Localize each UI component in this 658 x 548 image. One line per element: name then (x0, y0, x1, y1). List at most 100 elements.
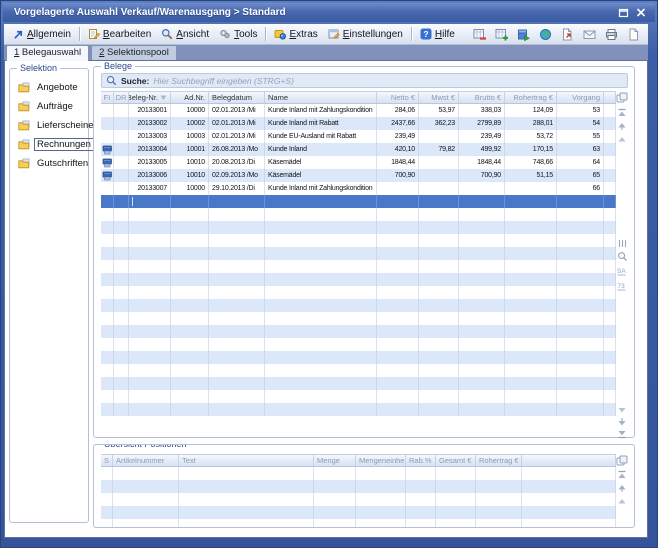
column-header[interactable]: Rohertrag € (476, 455, 522, 466)
column-header[interactable]: Mengeneinheit (356, 455, 406, 466)
column-header[interactable]: S (101, 455, 113, 466)
table-row[interactable]: 201330031000302.01.2013 /MiKunde EU-Ausl… (101, 130, 616, 143)
table-row-empty[interactable] (101, 364, 616, 377)
cell (377, 390, 419, 403)
print-button[interactable] (604, 27, 619, 42)
cell (114, 351, 129, 364)
table-row-empty[interactable] (101, 467, 616, 480)
table-row[interactable]: 201330021000202.01.2013 /MiKunde Inland … (101, 117, 616, 130)
column-chooser-icon (616, 455, 628, 466)
table-row-empty[interactable] (101, 299, 616, 312)
scroll-up-button[interactable] (615, 119, 629, 132)
sidebar-item-gutschriften[interactable]: Gutschriften (10, 154, 88, 173)
table-row-empty[interactable] (101, 234, 616, 247)
table-row-empty[interactable] (101, 325, 616, 338)
table-row-empty[interactable] (101, 403, 616, 416)
table-row[interactable]: 201330061001002.09.2013 /MoKäsemädel700,… (101, 169, 616, 182)
scroll-top-button[interactable] (615, 468, 629, 481)
menu-tools[interactable]: Tools (214, 25, 262, 43)
column-header[interactable]: Artikelnummer (113, 455, 179, 466)
sidebar-item-angebote[interactable]: Angebote (10, 78, 88, 97)
table-add-button[interactable] (494, 27, 509, 42)
table-row-empty[interactable] (101, 390, 616, 403)
column-header[interactable]: Gesamt € (436, 455, 476, 466)
column-header[interactable]: Brutto € (459, 92, 505, 103)
menu-rest: ools (239, 29, 257, 40)
table-row-empty[interactable] (101, 377, 616, 390)
sidebar-item-rechnungen[interactable]: Rechnungen (10, 135, 88, 154)
aggregate-button[interactable]: SA (615, 265, 629, 278)
column-header[interactable]: Name (265, 92, 377, 103)
table-row-empty[interactable] (101, 247, 616, 260)
scroll-up-button[interactable] (615, 481, 629, 494)
column-header[interactable]: Netto € (377, 92, 419, 103)
menu-ansicht[interactable]: Ansicht (156, 25, 214, 43)
scroll-up-icon (617, 121, 627, 131)
column-header[interactable]: FI (101, 92, 114, 103)
menu-bearbeiten[interactable]: Bearbeiten (83, 25, 156, 43)
close-button[interactable] (633, 6, 649, 20)
cell (114, 104, 129, 117)
tab-belegauswahl[interactable]: 1 Belegauswahl (6, 45, 89, 61)
column-header[interactable]: Mwst € (419, 92, 459, 103)
table-row-empty[interactable] (101, 493, 616, 506)
restore-button[interactable] (615, 6, 631, 20)
scroll-up2-button[interactable] (615, 132, 629, 145)
selected-row[interactable] (101, 195, 616, 208)
grid-lines-button[interactable] (615, 237, 629, 250)
menu-hilfe[interactable]: ?Hilfe (415, 25, 460, 43)
table-row-empty[interactable] (101, 480, 616, 493)
table-row-empty[interactable] (101, 260, 616, 273)
globe-button[interactable] (538, 27, 553, 42)
cell (114, 325, 129, 338)
table-row[interactable]: 201330051001020.08.2013 /DiKäsemädel1848… (101, 156, 616, 169)
sidebar-item-aufträge[interactable]: Aufträge (10, 97, 88, 116)
row-count-button[interactable]: 73 (615, 280, 629, 293)
cell (113, 519, 179, 528)
menu-allgemein[interactable]: Allgemein (8, 25, 76, 43)
table-row-empty[interactable] (101, 351, 616, 364)
column-chooser-button[interactable] (615, 454, 629, 467)
column-chooser-button[interactable] (615, 91, 629, 104)
table-row-empty[interactable] (101, 312, 616, 325)
scroll-top-button[interactable] (615, 106, 629, 119)
table-delete-button[interactable] (472, 27, 487, 42)
table-row[interactable]: 201330041000126.08.2013 /MoKunde Inland4… (101, 143, 616, 156)
search-label: Suche: (121, 76, 149, 86)
cell: 1848,44 (377, 156, 419, 169)
column-header[interactable] (522, 455, 616, 466)
zoom-table-button[interactable] (615, 250, 629, 263)
column-header[interactable]: Beleg-Nr. (129, 92, 171, 103)
column-header[interactable]: Belegdatum (209, 92, 265, 103)
scroll-bottom-button[interactable] (615, 427, 629, 440)
cell (419, 195, 459, 208)
menu-extras[interactable]: Extras (269, 25, 322, 43)
column-header[interactable]: Text (179, 455, 314, 466)
page-export-button[interactable] (560, 27, 575, 42)
table-row-empty[interactable] (101, 286, 616, 299)
mail-button[interactable] (582, 27, 597, 42)
selektion-list: AngeboteAufträgeLieferscheineRechnungenG… (10, 69, 88, 173)
column-header[interactable]: Menge (314, 455, 356, 466)
column-header[interactable]: Rab.% (406, 455, 436, 466)
export-package-button[interactable] (516, 27, 531, 42)
search-input[interactable]: Suche: Hier Suchbegriff eingeben (STRG+S… (101, 73, 628, 88)
table-row-empty[interactable] (101, 273, 616, 286)
table-row-empty[interactable] (101, 519, 616, 528)
cell (419, 286, 459, 299)
scroll-up2-button[interactable] (615, 494, 629, 507)
table-row-empty[interactable] (101, 506, 616, 519)
table-row-empty[interactable] (101, 221, 616, 234)
column-header[interactable]: DR (114, 92, 129, 103)
table-row[interactable]: 201330071000029.10.2013 /DiKunde Inland … (101, 182, 616, 195)
table-row-empty[interactable] (101, 338, 616, 351)
column-header[interactable]: Vorgang (557, 92, 604, 103)
column-header[interactable]: Rohertrag € (505, 92, 557, 103)
new-document-button[interactable] (626, 27, 641, 42)
table-row[interactable]: 201330011000002.01.2013 /MiKunde Inland … (101, 104, 616, 117)
sidebar-item-lieferscheine[interactable]: Lieferscheine (10, 116, 88, 135)
column-header[interactable]: Ad.Nr. (171, 92, 209, 103)
tab-selektionspool[interactable]: 2 Selektionspool (91, 45, 177, 60)
menu-einstellungen[interactable]: Einstellungen (323, 25, 408, 43)
table-row-empty[interactable] (101, 208, 616, 221)
